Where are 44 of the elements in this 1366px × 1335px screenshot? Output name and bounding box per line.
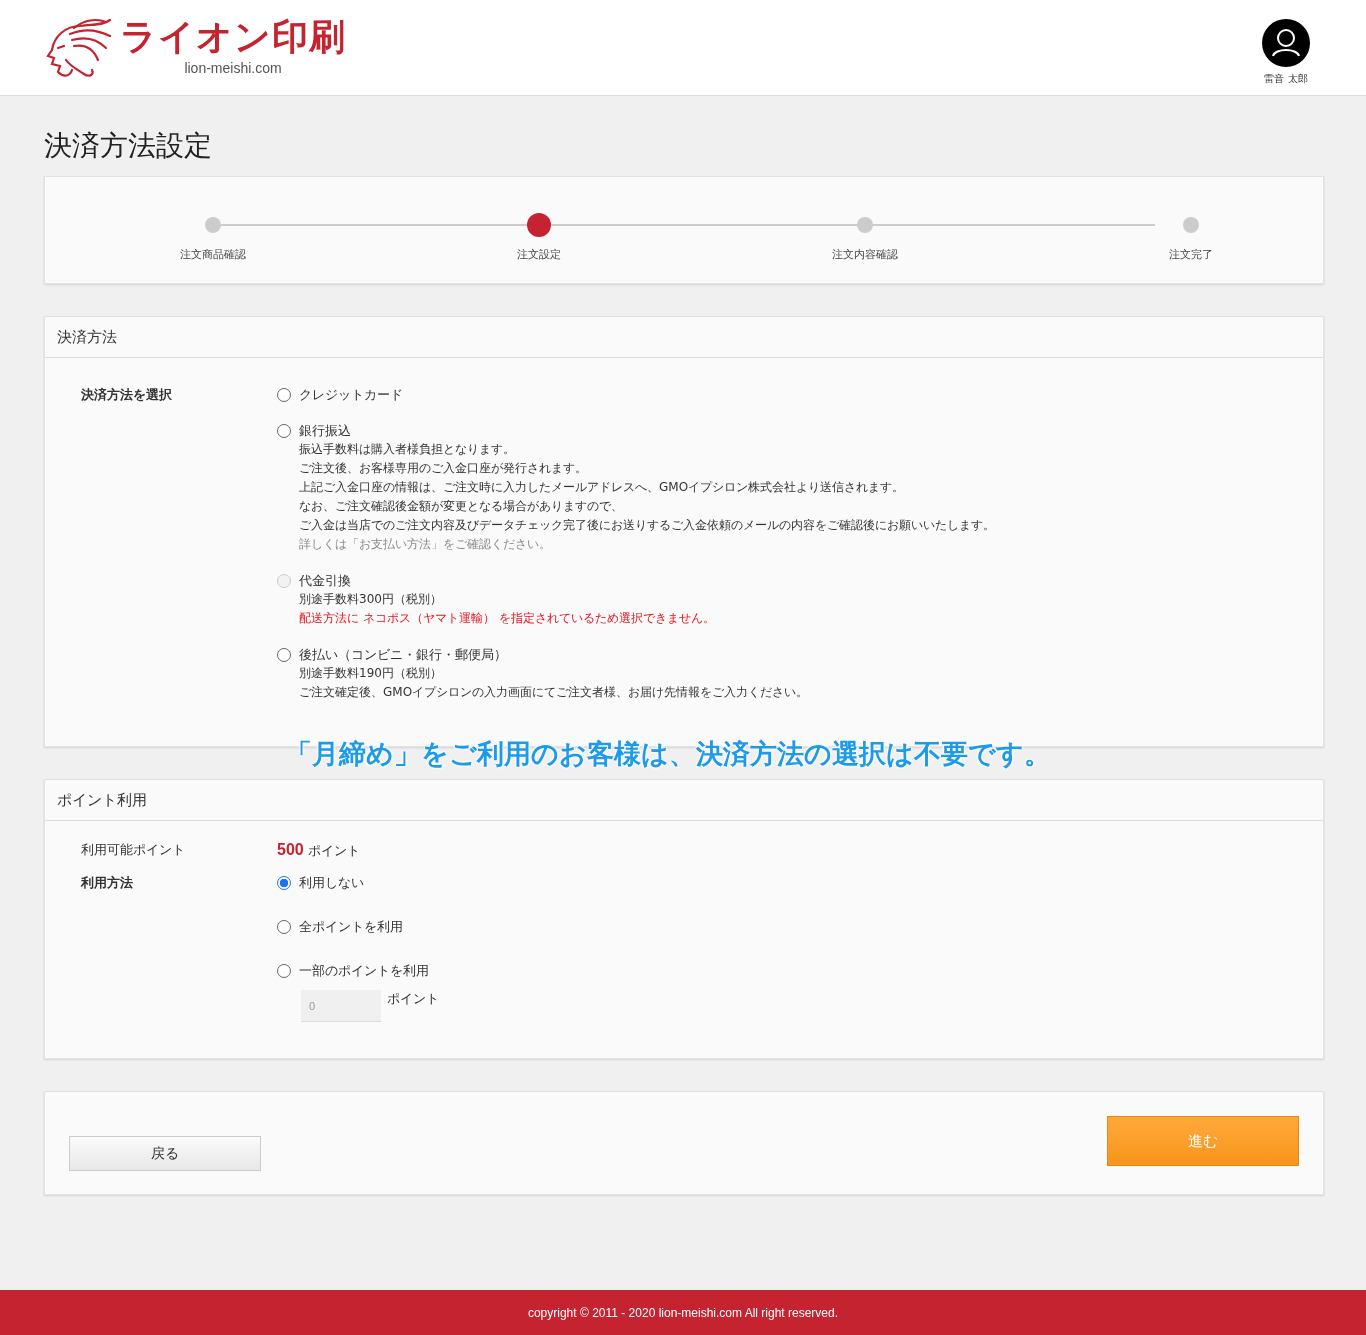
option-label: 全ポイントを利用 xyxy=(299,918,403,936)
points-unit: ポイント xyxy=(307,842,360,860)
section-heading: ポイント利用 xyxy=(45,780,1323,821)
step-label: 注文設定 xyxy=(517,247,561,262)
note-text: 別途手数料190円（税別） xyxy=(298,665,443,682)
radio-button[interactable] xyxy=(277,424,291,438)
back-button[interactable]: 戻る xyxy=(69,1136,261,1171)
warning-text: 配送方法に ネコポス（ヤマト運輸） を指定されているため選択できません。 xyxy=(298,610,716,627)
radio-button[interactable] xyxy=(277,920,291,934)
note-text: 詳しくは「お支払い方法」をご確認ください。 xyxy=(298,536,552,553)
step-label: 注文完了 xyxy=(1169,247,1213,262)
section-heading: 決済方法 xyxy=(45,317,1323,358)
notice-text: 「月締め」をご利用のお客様は、決済方法の選択は不要です。 xyxy=(285,737,1051,771)
brand-domain: lion-meishi.com xyxy=(184,60,282,76)
step-label: 注文商品確認 xyxy=(180,247,246,262)
note-text: ご注文後、お客様専用のご入金口座が発行されます。 xyxy=(298,460,588,477)
field-label: 利用可能ポイント xyxy=(81,841,186,859)
note-text: ご注文確定後、GMOイプシロンの入力画面にてご注文者様、お届け先情報をご入力ください。 xyxy=(298,684,810,701)
field-label: 決済方法を選択 xyxy=(81,386,173,404)
points-value: 500 xyxy=(277,841,304,859)
option-label: 銀行振込 xyxy=(299,422,351,440)
radio-button[interactable] xyxy=(277,648,291,662)
points-unit: ポイント xyxy=(387,990,439,1008)
radio-button[interactable] xyxy=(277,388,291,402)
points-input-field[interactable]: 0 xyxy=(301,990,381,1022)
note-text: 別途手数料300円（税別） xyxy=(298,591,443,608)
radio-button[interactable] xyxy=(277,964,291,978)
radio-button[interactable] xyxy=(277,876,291,890)
field-label: 利用方法 xyxy=(81,874,134,892)
brand-name[interactable]: ライオン印刷 xyxy=(120,14,346,60)
note-text: 上記ご入金口座の情報は、ご注文時に入力したメールアドレスへ、GMOイプシロン株式会社より送信されます。 xyxy=(298,479,906,496)
note-text: ご入金は当店でのご注文内容及びデータチェック完了後にお送りするご入金依頼のメールの内容をご確認後にお願いいたします。 xyxy=(298,517,995,534)
option-label: 後払い（コンビニ・銀行・郵便局） xyxy=(299,646,507,664)
option-label: クレジットカード xyxy=(299,386,403,404)
step-label: 注文内容確認 xyxy=(832,247,898,262)
user-avatar-icon[interactable] xyxy=(1262,19,1310,67)
option-label: 代金引換 xyxy=(299,572,351,590)
option-label: 一部のポイントを利用 xyxy=(299,962,429,980)
page-title: 決済方法設定 xyxy=(44,128,213,164)
option-label: 利用しない xyxy=(299,874,364,892)
user-name: 雷音 太郎 xyxy=(1264,72,1308,86)
copyright-text: copyright © 2011 - 2020 lion-meishi.com All right reserved. xyxy=(527,1305,839,1320)
note-text: 振込手数料は購入者様負担となります。 xyxy=(298,441,516,458)
note-text: なお、ご注文確認後金額が変更となる場合がありますので、 xyxy=(298,498,624,515)
